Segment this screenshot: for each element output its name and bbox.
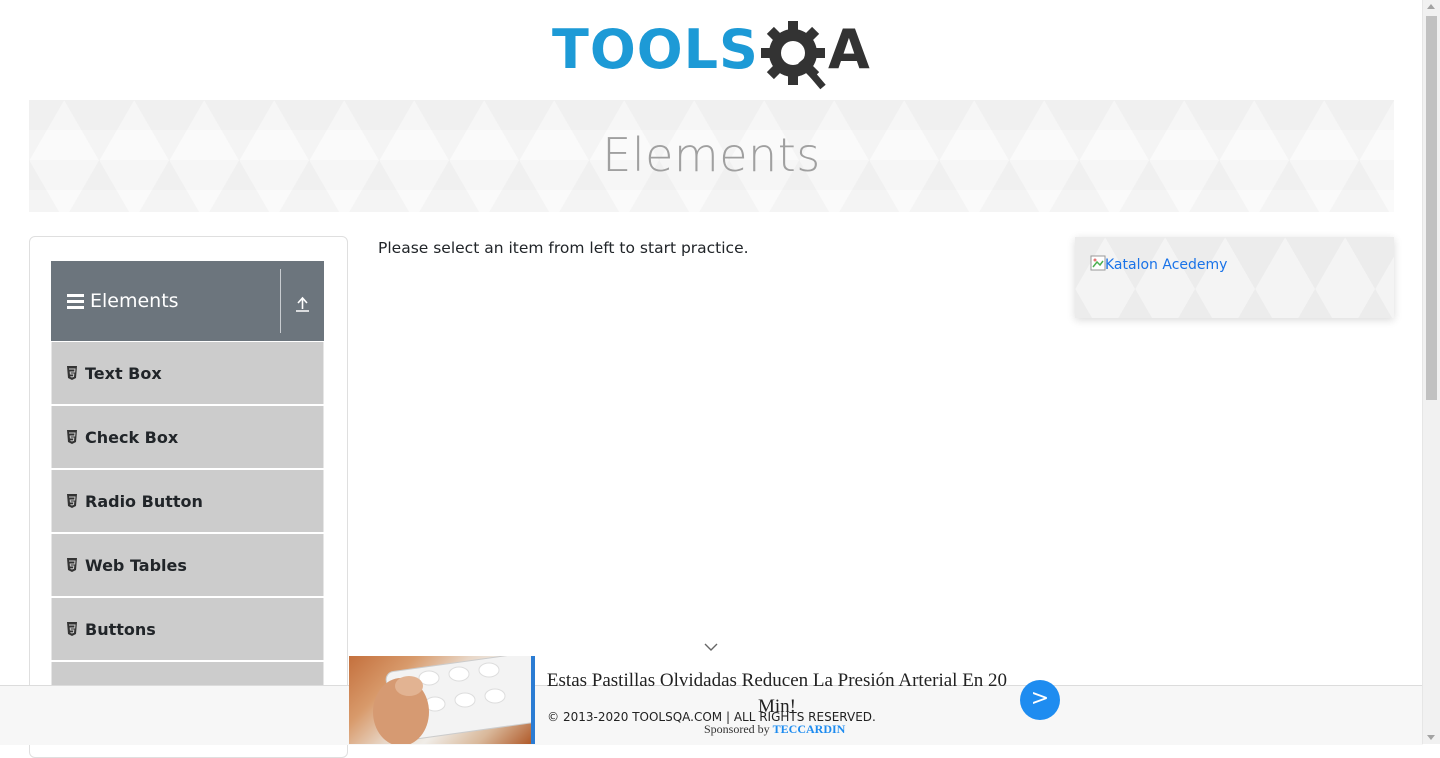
gear-icon [761,21,826,90]
menu-item-label: Web Tables [85,556,187,575]
katalon-ad-card[interactable]: Katalon Acedemy [1075,237,1394,318]
menu-item-label: Check Box [85,428,179,447]
sponsor-prefix: Sponsored by [704,722,770,736]
menu-item-text-box[interactable]: Text Box [51,342,324,404]
ad-thumbnail[interactable] [349,656,531,744]
scrollbar-thumb[interactable] [1426,16,1437,400]
group-title: Elements [90,290,179,312]
collapse-group-button[interactable] [281,261,324,341]
html5-shield-icon [67,366,77,380]
katalon-ad-link[interactable]: Katalon Acedemy [1105,257,1227,273]
left-panel: Elements Text Box Check Box Radio Button… [29,236,348,758]
ad-next-button[interactable]: > [1020,680,1060,720]
menu-item-radio-button[interactable]: Radio Button [51,470,324,532]
menu-item-label: Radio Button [85,492,203,511]
html5-shield-icon [67,430,77,444]
elements-group-header[interactable]: Elements [51,261,324,341]
menu-item-label: Buttons [85,620,156,639]
page-banner: Elements [29,100,1394,212]
menu-item-buttons[interactable]: Buttons [51,598,324,660]
elements-menu-list: Text Box Check Box Radio Button Web Tabl… [51,342,324,726]
chevron-down-icon[interactable] [704,642,718,652]
ad-accent-bar [531,656,535,744]
upload-arrow-icon [296,296,309,312]
html5-shield-icon [67,622,77,636]
menu-item-check-box[interactable]: Check Box [51,406,324,468]
hamburger-icon [67,294,84,309]
logo-text-qa: QA [552,15,554,16]
vertical-scrollbar[interactable] [1422,0,1440,744]
menu-item-web-tables[interactable]: Web Tables [51,534,324,596]
sponsor-name[interactable]: TECCARDIN [773,722,846,736]
logo-text-tools: TOOLS [552,18,759,81]
page-title: Elements [602,128,821,182]
toolsqa-logo[interactable]: TOOLS A QA [552,15,876,91]
menu-item-label: Text Box [85,364,162,383]
logo-text-qa-letter: A [828,18,870,81]
broken-image-icon [1090,255,1106,271]
sponsor-line: Sponsored by TECCARDIN [704,722,845,737]
ad-headline[interactable]: Estas Pastillas Olvidadas Reducen La Pre… [542,668,1012,720]
html5-shield-icon [67,494,77,508]
html5-shield-icon [67,558,77,572]
scroll-down-icon[interactable] [1427,735,1435,740]
instruction-text: Please select an item from left to start… [378,239,749,257]
scroll-up-icon[interactable] [1427,4,1435,9]
